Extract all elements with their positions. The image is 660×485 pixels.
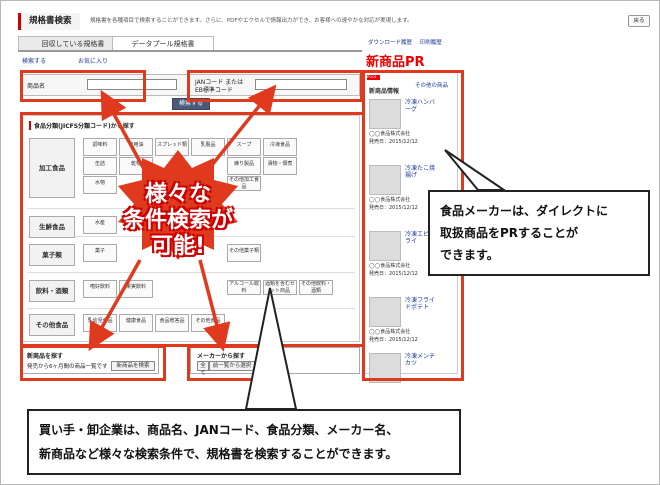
callout-maker-pr: 食品メーカーは、ダイレクトに 取扱商品をPRすることが できます。 bbox=[428, 190, 650, 276]
callout-maker-line1: 食品メーカーは、ダイレクトに bbox=[440, 204, 609, 218]
burst-label: 様々な 条件検索が 可能! bbox=[122, 182, 233, 259]
arrow bbox=[198, 259, 231, 352]
arrow bbox=[88, 259, 142, 352]
callout-buyer-line2: 新商品など様々な検索条件で、規格書を検索することができます。 bbox=[39, 447, 398, 461]
callout-maker-line2: 取扱商品をPRすることが bbox=[440, 226, 579, 240]
callout-maker-line3: できます。 bbox=[440, 248, 499, 262]
callout-buyer-search: 買い手・卸企業は、商品名、JANコード、食品分類、メーカー名、 新商品など様々な… bbox=[27, 409, 461, 475]
callout-pointers bbox=[244, 149, 508, 410]
callout-buyer-line1: 買い手・卸企業は、商品名、JANコード、食品分類、メーカー名、 bbox=[39, 423, 399, 437]
